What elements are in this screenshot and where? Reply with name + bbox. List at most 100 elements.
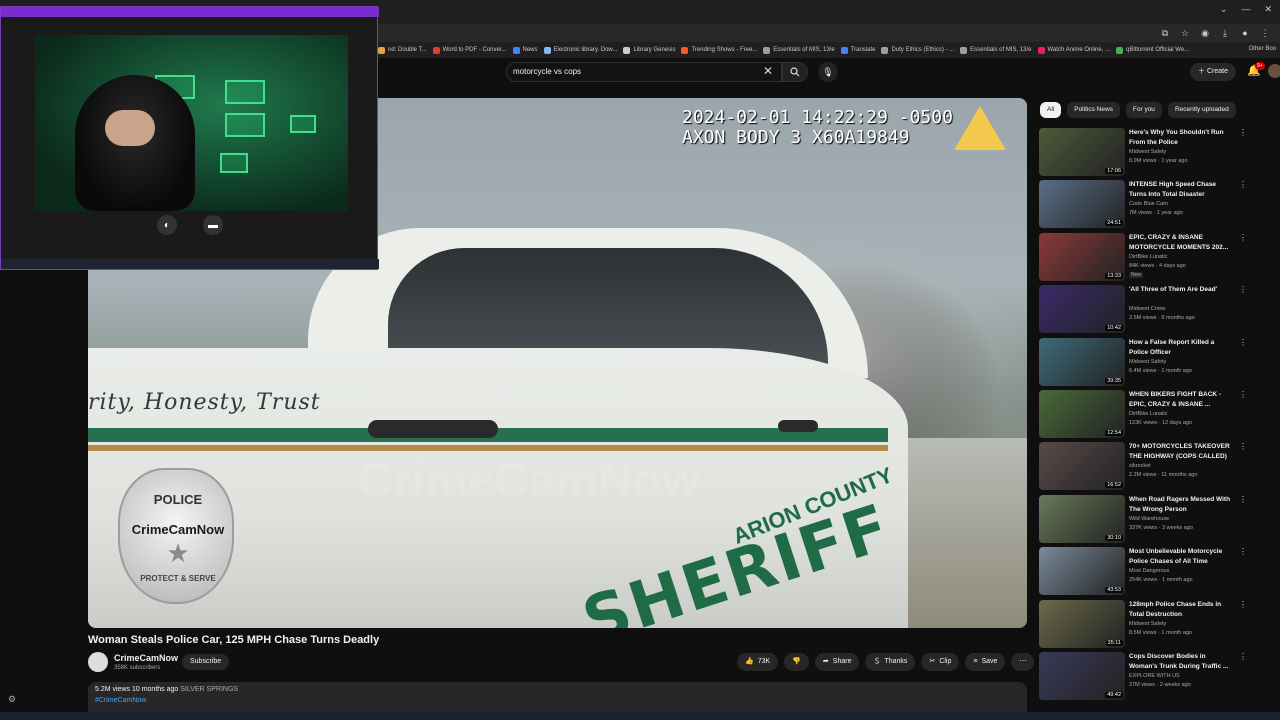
- more-vert-icon[interactable]: ⋮: [1239, 547, 1247, 556]
- video-thumbnail[interactable]: 39:35: [1039, 337, 1125, 386]
- recommendation-item[interactable]: 16:52 70+ MOTORCYCLES TAKEOVER THE HIGHWA…: [1039, 442, 1271, 492]
- clear-search-icon[interactable]: ✕: [763, 64, 773, 78]
- more-vert-icon[interactable]: ⋮: [1239, 128, 1247, 137]
- recommendation-item[interactable]: 35:11 128mph Police Chase Ends in Total D…: [1039, 599, 1271, 650]
- recommendation-channel[interactable]: EXPLORE WITH US: [1129, 673, 1180, 679]
- mic-toggle-icon[interactable]: ▬: [203, 215, 223, 235]
- more-vert-icon[interactable]: ⋮: [1239, 442, 1247, 451]
- recommendation-title[interactable]: WHEN BIKERS FIGHT BACK - EPIC, CRAZY & I…: [1129, 390, 1235, 410]
- recommendation-title[interactable]: Cops Discover Bodies in Woman's Trunk Du…: [1129, 652, 1235, 672]
- bookmark-item[interactable]: Word to PDF - Conver...: [432, 46, 507, 54]
- more-actions-button[interactable]: ⋯: [1011, 653, 1035, 671]
- gear-icon[interactable]: ⚙: [8, 694, 16, 705]
- bookmark-item[interactable]: Trending Shows - Free...: [681, 46, 757, 54]
- create-button[interactable]: ＋ Create: [1190, 63, 1236, 81]
- share-button[interactable]: ➦ Share: [814, 653, 860, 671]
- voice-search-button[interactable]: 🎙: [818, 62, 838, 82]
- recommendation-title[interactable]: 'All Three of Them Are Dead': [1129, 285, 1235, 295]
- video-thumbnail[interactable]: 13:33: [1039, 232, 1125, 281]
- recommendation-item[interactable]: 30:10 When Road Ragers Messed With The Wr…: [1039, 494, 1271, 545]
- recommendation-channel[interactable]: sikrocket: [1129, 463, 1151, 469]
- recommendation-title[interactable]: Here's Why You Shouldn't Run From the Po…: [1129, 128, 1235, 148]
- video-thumbnail[interactable]: 16:52: [1039, 442, 1125, 491]
- recommendation-item[interactable]: 10:42 'All Three of Them Are Dead' Midwest…: [1039, 285, 1271, 335]
- bookmark-item[interactable]: Watch Anime Online, ...: [1037, 46, 1110, 54]
- more-vert-icon[interactable]: ⋮: [1239, 652, 1247, 661]
- channel-name[interactable]: CrimeCamNow: [114, 653, 178, 663]
- bookmark-item[interactable]: Library Genesis: [623, 46, 675, 54]
- recommendation-channel[interactable]: DirtBike Lunatic: [1129, 254, 1168, 260]
- account-avatar[interactable]: [1268, 64, 1280, 78]
- recommendation-title[interactable]: INTENSE High Speed Chase Turns Into Tota…: [1129, 180, 1235, 200]
- profile-icon[interactable]: ●: [1240, 28, 1250, 39]
- recommendation-item[interactable]: 43:53 Most Unbelievable Motorcycle Police…: [1039, 547, 1271, 597]
- recommendation-title[interactable]: When Road Ragers Messed With The Wrong P…: [1129, 495, 1235, 515]
- video-thumbnail[interactable]: 30:10: [1039, 494, 1125, 543]
- recommendation-channel[interactable]: Midwest Safety: [1129, 621, 1166, 627]
- filter-chip[interactable]: All: [1040, 102, 1062, 118]
- camera-toggle-icon[interactable]: ◐: [157, 215, 177, 235]
- video-thumbnail[interactable]: 24:51: [1039, 180, 1125, 229]
- recommendation-item[interactable]: 17:06 Here's Why You Shouldn't Run From t…: [1039, 128, 1271, 178]
- video-thumbnail[interactable]: 35:11: [1039, 599, 1125, 648]
- recommendation-channel[interactable]: Midwest Safety: [1129, 359, 1166, 365]
- subscribe-button[interactable]: Subscribe: [182, 654, 230, 670]
- recommendation-title[interactable]: EPIC, CRAZY & INSANE MOTORCYCLE MOMENTS …: [1129, 233, 1235, 253]
- close-icon[interactable]: ✕: [1264, 4, 1272, 15]
- webcam-overlay-window[interactable]: ◐ ▬: [0, 6, 379, 270]
- save-button[interactable]: ≡ Save: [965, 653, 1006, 671]
- recommendation-item[interactable]: 39:35 How a False Report Killed a Police …: [1039, 337, 1271, 388]
- more-vert-icon[interactable]: ⋮: [1239, 390, 1247, 399]
- recommendation-item[interactable]: 12:54 WHEN BIKERS FIGHT BACK - EPIC, CRAZ…: [1039, 390, 1271, 440]
- filter-chip[interactable]: For you: [1125, 102, 1162, 118]
- like-button[interactable]: 👍 73K: [737, 653, 779, 671]
- more-vert-icon[interactable]: ⋮: [1239, 495, 1247, 504]
- filter-chip[interactable]: Politics News: [1067, 102, 1120, 118]
- video-thumbnail[interactable]: 43:53: [1039, 547, 1125, 596]
- recommendation-title[interactable]: Most Unbelievable Motorcycle Police Chas…: [1129, 547, 1235, 567]
- recommendation-channel[interactable]: Midwest Crime: [1129, 306, 1165, 312]
- download-icon[interactable]: ⤓: [1220, 28, 1230, 39]
- minimize-icon[interactable]: ⌄: [1220, 4, 1228, 15]
- bookmark-item[interactable]: Translate: [840, 46, 875, 54]
- more-vert-icon[interactable]: ⋮: [1239, 600, 1247, 609]
- channel-avatar[interactable]: [88, 652, 108, 672]
- recommendation-item[interactable]: 13:33 EPIC, CRAZY & INSANE MOTORCYCLE MOM…: [1039, 232, 1271, 283]
- recommendation-channel[interactable]: Code Blue Cam: [1129, 201, 1168, 207]
- recommendation-channel[interactable]: Midwest Safety: [1129, 149, 1166, 155]
- bookmark-item[interactable]: Electronic library. Dow...: [543, 46, 617, 54]
- recommendation-channel[interactable]: Most Dangerous: [1129, 568, 1169, 574]
- bookmark-item[interactable]: Duty Ethics (Ethics) - ...: [881, 46, 954, 54]
- star-icon[interactable]: ☆: [1180, 28, 1190, 39]
- bookmark-item[interactable]: qBittorrent Official We...: [1116, 46, 1189, 54]
- webcam-titlebar[interactable]: [1, 7, 379, 17]
- filter-chip[interactable]: Recently uploaded: [1167, 102, 1236, 118]
- restore-icon[interactable]: —: [1241, 4, 1250, 15]
- recommendation-channel[interactable]: DirtBike Lunatic: [1129, 411, 1168, 417]
- bookmark-item[interactable]: nd: Double T...: [378, 46, 427, 54]
- more-vert-icon[interactable]: ⋮: [1239, 180, 1247, 189]
- bookmark-item[interactable]: Essentials of MIS, 13/e: [960, 46, 1032, 54]
- search-button[interactable]: [782, 62, 808, 82]
- bookmark-item[interactable]: Essentials of MIS, 13/e: [763, 46, 835, 54]
- other-bookmarks[interactable]: Other Boo: [1249, 46, 1276, 52]
- recommendation-title[interactable]: 128mph Police Chase Ends in Total Destru…: [1129, 600, 1235, 620]
- dislike-button[interactable]: 👎: [784, 653, 809, 671]
- video-thumbnail[interactable]: 10:42: [1039, 285, 1125, 334]
- more-vert-icon[interactable]: ⋮: [1239, 233, 1247, 242]
- more-vert-icon[interactable]: ⋮: [1239, 285, 1247, 294]
- search-input[interactable]: motorcycle vs cops: [506, 62, 782, 82]
- video-thumbnail[interactable]: 12:54: [1039, 390, 1125, 438]
- hashtag-link[interactable]: #CrimeCamNow: [95, 697, 146, 704]
- recommendation-title[interactable]: 70+ MOTORCYCLES TAKEOVER THE HIGHWAY (CO…: [1129, 442, 1235, 462]
- thanks-button[interactable]: ＄ Thanks: [865, 653, 916, 671]
- recommendation-item[interactable]: 49:42 Cops Discover Bodies in Woman's Tru…: [1039, 652, 1271, 702]
- clip-button[interactable]: ✂ Clip: [921, 653, 960, 671]
- bookmark-item[interactable]: News: [512, 46, 538, 54]
- video-thumbnail[interactable]: 49:42: [1039, 652, 1125, 700]
- extensions-icon[interactable]: ◉: [1200, 28, 1210, 39]
- more-vert-icon[interactable]: ⋮: [1239, 338, 1247, 347]
- recommendation-item[interactable]: 24:51 INTENSE High Speed Chase Turns Into…: [1039, 180, 1271, 230]
- video-thumbnail[interactable]: 17:06: [1039, 128, 1125, 176]
- menu-icon[interactable]: ⋮: [1260, 28, 1270, 39]
